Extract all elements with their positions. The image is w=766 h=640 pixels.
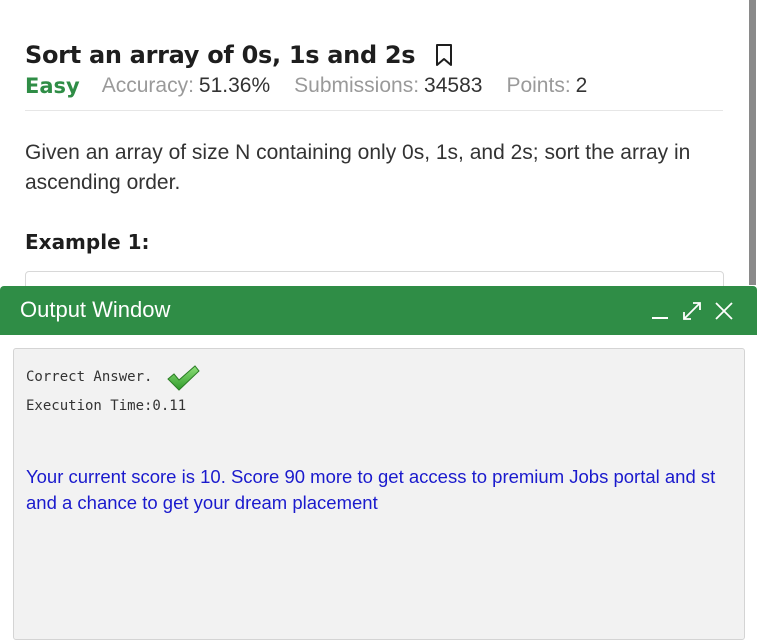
difficulty-badge: Easy — [25, 74, 80, 98]
output-window-header[interactable]: Output Window — [0, 286, 757, 335]
problem-statement: Given an array of size N containing only… — [25, 141, 691, 194]
expand-icon[interactable] — [680, 297, 704, 323]
submissions-label: Submissions: — [294, 74, 420, 97]
page-scrollbar-thumb[interactable] — [749, 0, 756, 285]
score-message-line-2: and a chance to get your dream placement — [26, 492, 378, 513]
accuracy-label: Accuracy: — [101, 74, 194, 97]
example-heading: Example 1: — [25, 230, 150, 254]
problem-title: Sort an array of 0s, 1s and 2s — [25, 41, 416, 69]
output-console: Correct Answer. Execution Time:0.11 Your… — [13, 348, 745, 640]
title-row: Sort an array of 0s, 1s and 2s — [25, 38, 453, 72]
points-value: 2 — [575, 74, 588, 97]
bookmark-icon[interactable] — [435, 43, 453, 67]
score-message-line-1: Your current score is 10. Score 90 more … — [26, 466, 716, 487]
close-icon[interactable] — [712, 297, 736, 323]
result-status: Correct Answer. — [26, 369, 153, 385]
minimize-icon[interactable] — [648, 297, 672, 323]
output-window: Output Window Correct Answer. Execution … — [0, 286, 757, 640]
accuracy-value: 51.36% — [198, 74, 271, 97]
score-message: Your current score is 10. Score 90 more … — [26, 464, 738, 516]
output-window-title: Output Window — [20, 297, 171, 322]
submissions-value: 34583 — [424, 74, 483, 97]
problem-meta: Easy Accuracy: 51.36% Submissions: 34583… — [25, 72, 611, 100]
check-icon — [165, 363, 201, 393]
divider — [25, 110, 723, 111]
execution-time: Execution Time:0.11 — [26, 398, 187, 414]
points-label: Points: — [506, 74, 571, 97]
